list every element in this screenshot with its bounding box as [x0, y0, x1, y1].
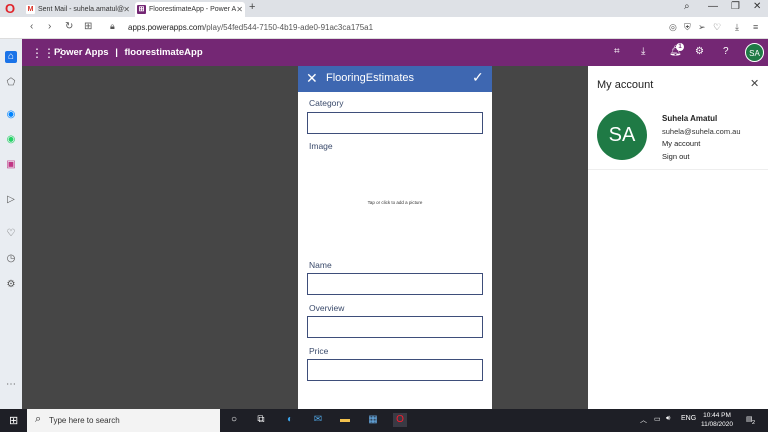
menu-icon[interactable]: ≡ [753, 22, 758, 32]
category-input[interactable] [307, 112, 483, 134]
help-icon[interactable]: ? [723, 46, 729, 57]
reload-icon[interactable]: ↻ [65, 21, 73, 32]
language-indicator[interactable]: ENG [681, 415, 696, 422]
download-icon[interactable]: ⤓ [641, 46, 645, 57]
browser-tab-bar: O M Sent Mail - suhela.amatul@ ✕ ⊞ Floor… [0, 0, 768, 17]
url-field[interactable]: apps.powerapps.com/play/54fed544-7150-4b… [128, 23, 373, 32]
product-name: Power Apps [54, 47, 109, 58]
search-tabs-icon[interactable]: ⌕ [684, 1, 690, 12]
tab-sent-mail[interactable]: M Sent Mail - suhela.amatul@ ✕ [24, 2, 132, 17]
price-label: Price [309, 346, 329, 356]
clock-time: 10:44 PM [703, 412, 731, 419]
windows-start-icon[interactable]: ⊞ [9, 414, 18, 427]
name-input[interactable] [307, 273, 483, 295]
file-explorer-icon[interactable]: ▬ [338, 413, 352, 427]
url-host: apps.powerapps.com [128, 23, 205, 32]
account-email: suhela@suhela.com.au [662, 127, 741, 136]
messenger-icon[interactable]: ◉ [5, 109, 17, 121]
sign-out-link[interactable]: Sign out [662, 152, 690, 161]
app-header: ⋮⋮⋮ Power Apps | floorestimateApp ⌗ ⤓ 🔔︎… [22, 39, 768, 66]
my-account-link[interactable]: My account [662, 139, 700, 148]
home-icon[interactable]: ⌂ [5, 51, 17, 63]
tab-label: Sent Mail - suhela.amatul@ [38, 6, 125, 13]
image-picker[interactable]: Tap or click to add a picture [307, 154, 483, 254]
send-icon[interactable]: ▷ [5, 194, 17, 206]
store-icon[interactable]: ▦ [366, 413, 380, 427]
price-input[interactable] [307, 359, 483, 381]
minimize-button[interactable]: — [708, 1, 718, 12]
download-icon[interactable]: ⤓ [735, 22, 739, 33]
overview-label: Overview [309, 303, 345, 313]
account-avatar: SA [597, 110, 647, 160]
account-name: Suhela Amatul [662, 114, 718, 123]
action-center-badge: 2 [752, 420, 756, 426]
category-label: Category [309, 98, 344, 108]
speed-dial-icon[interactable]: ⬠ [5, 77, 17, 89]
notification-badge: 1 [676, 43, 684, 51]
account-pane: My account ✕ SA Suhela Amatul suhela@suh… [588, 66, 768, 409]
address-bar: ‹ › ↻ ⊞ 🔒︎ apps.powerapps.com/play/54fed… [0, 17, 768, 39]
shield-icon[interactable]: ⛨ [684, 22, 691, 33]
gmail-icon: M [26, 5, 35, 14]
account-header: My account ✕ SA Suhela Amatul suhela@suh… [588, 66, 768, 170]
opera-taskbar-icon[interactable]: O [393, 413, 407, 427]
mail-icon[interactable]: ✉ [311, 413, 325, 427]
url-path: /play/54fed544-7150-4b19-ade0-91ac3ca175… [204, 23, 374, 32]
image-hint: Tap or click to add a picture [367, 200, 423, 205]
edit-form: ✕ FlooringEstimates ✓ Category Image Tap… [298, 66, 492, 409]
clock[interactable]: 10:44 PM 11/08/2020 [697, 411, 737, 429]
forward-icon[interactable]: › [48, 21, 51, 32]
tabs-grid-icon[interactable]: ⊞ [84, 21, 92, 32]
opera-logo-icon[interactable]: O [5, 2, 18, 15]
taskbar: ⊞ ⌕ Type here to search ○ ⧉ ◐ ✉ ▬ ▦ O ︿ … [0, 409, 768, 432]
image-label: Image [309, 141, 333, 151]
settings-icon[interactable]: ⚙ [695, 46, 704, 57]
new-tab-button[interactable]: + [249, 1, 255, 13]
tab-label: FloorestimateApp - Power A [149, 6, 237, 13]
browser-sidebar: ⌂ ⬠ ◉ ◉ ▣ ▷ ♡ ◷ ⚙ ⋯ [0, 39, 22, 409]
close-window-button[interactable]: ✕ [753, 1, 761, 12]
instagram-icon[interactable]: ▣ [5, 159, 17, 171]
whatsapp-icon[interactable]: ◉ [5, 134, 17, 146]
user-avatar[interactable]: SA [745, 43, 764, 62]
send-icon[interactable]: ➢ [698, 22, 706, 33]
camera-icon[interactable]: ◎ [669, 22, 677, 33]
overview-input[interactable] [307, 316, 483, 338]
search-placeholder: Type here to search [49, 416, 120, 425]
form-title: FlooringEstimates [326, 72, 415, 84]
account-body [588, 170, 768, 409]
network-icon[interactable]: ▭ [654, 415, 661, 423]
more-icon[interactable]: ⋯ [5, 379, 17, 391]
search-icon: ⌕ [35, 413, 42, 425]
edge-icon[interactable]: ◐ [283, 413, 297, 427]
clock-date: 11/08/2020 [700, 421, 734, 428]
name-label: Name [309, 260, 332, 270]
title-separator: | [115, 47, 118, 58]
close-icon[interactable]: ✕ [750, 77, 759, 90]
maximize-button[interactable]: ❐ [731, 1, 740, 12]
tab-floorestimate-app[interactable]: ⊞ FloorestimateApp - Power A ✕ [135, 2, 245, 17]
account-pane-title: My account [597, 79, 654, 91]
form-header: ✕ FlooringEstimates ✓ [298, 66, 492, 92]
app-name: floorestimateApp [124, 47, 203, 58]
powerapps-icon: ⊞ [137, 5, 146, 14]
submit-checkmark-icon[interactable]: ✓ [472, 69, 484, 86]
fit-to-screen-icon[interactable]: ⌗ [614, 46, 620, 57]
app-title: Power Apps | floorestimateApp [54, 47, 203, 58]
heart-icon[interactable]: ♡ [713, 22, 721, 33]
heart-icon[interactable]: ♡ [5, 228, 17, 240]
close-tab-icon[interactable]: ✕ [123, 2, 130, 17]
close-tab-icon[interactable]: ✕ [236, 2, 243, 17]
back-icon[interactable]: ‹ [30, 21, 33, 32]
volume-icon[interactable]: 🔊︎ [666, 415, 670, 423]
task-view-icon[interactable]: ⧉ [254, 413, 268, 427]
taskbar-search[interactable]: ⌕ Type here to search [27, 409, 220, 432]
close-icon[interactable]: ✕ [306, 70, 318, 87]
settings-icon[interactable]: ⚙ [5, 279, 17, 291]
cortana-icon[interactable]: ○ [227, 413, 241, 427]
tray-chevron-icon[interactable]: ︿ [640, 415, 647, 425]
history-icon[interactable]: ◷ [5, 253, 17, 265]
lock-icon[interactable]: 🔒︎ [110, 21, 115, 32]
